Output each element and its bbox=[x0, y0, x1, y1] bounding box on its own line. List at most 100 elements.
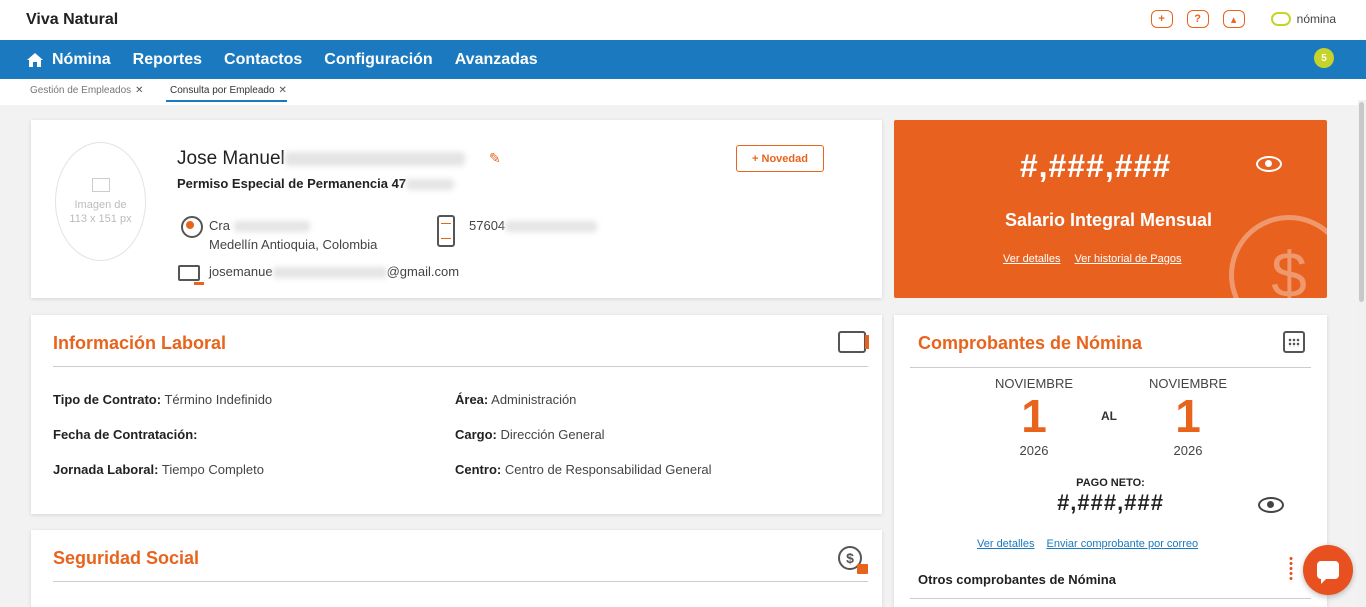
field-value: Centro de Responsabilidad General bbox=[504, 462, 712, 477]
section-title: Información Laboral bbox=[53, 333, 227, 353]
home-icon bbox=[27, 52, 43, 67]
lock-icon bbox=[857, 564, 868, 574]
avatar-placeholder[interactable]: Imagen de 113 x 151 px bbox=[55, 142, 146, 261]
salary-history-link[interactable]: Ver historial de Pagos bbox=[1074, 253, 1181, 265]
to-year: 2026 bbox=[1173, 443, 1203, 458]
otros-comprobantes-label[interactable]: Otros comprobantes de Nómina bbox=[918, 572, 1116, 587]
image-icon bbox=[91, 177, 110, 192]
novedad-button[interactable]: + Novedad bbox=[736, 145, 824, 172]
chat-bubble-icon bbox=[1317, 561, 1339, 584]
divider bbox=[53, 366, 868, 367]
add-icon[interactable]: + bbox=[1150, 10, 1173, 28]
document-text: Permiso Especial de Permanencia 47 bbox=[177, 176, 407, 191]
email-prefix: josemanue bbox=[209, 264, 273, 279]
edit-pencil-icon[interactable]: ✎ bbox=[489, 150, 501, 167]
salary-label: Salario Integral Mensual bbox=[1004, 210, 1213, 230]
redacted-email bbox=[272, 267, 387, 279]
field-label: Cargo: bbox=[455, 427, 497, 442]
nav-contactos[interactable]: Contactos bbox=[224, 51, 302, 69]
main-nav: Nómina Reportes Contactos Configuración … bbox=[0, 40, 1366, 79]
tab-consulta-empleado[interactable]: Consulta por Empleado ✕ bbox=[166, 85, 287, 102]
address-line1: Cra bbox=[209, 218, 310, 233]
pago-neto-label: PAGO NETO: bbox=[1076, 477, 1145, 489]
divider bbox=[53, 581, 868, 582]
email-suffix: @gmail.com bbox=[386, 264, 460, 279]
page-scrollbar[interactable] bbox=[1358, 100, 1366, 607]
close-icon[interactable]: ✕ bbox=[279, 85, 287, 96]
from-day: 1 bbox=[1021, 390, 1047, 442]
address-street: Cra bbox=[209, 218, 230, 233]
salary-card: $ #,###,### Salario Integral Mensual Ver… bbox=[894, 120, 1327, 298]
employee-name-text: Jose Manuel bbox=[177, 148, 285, 169]
comprobantes-card: Comprobantes de Nómina NOVIEMBRE 1 2026 … bbox=[894, 315, 1327, 607]
email-icon bbox=[178, 265, 204, 285]
tab-label: Consulta por Empleado bbox=[170, 85, 275, 96]
avatar-text: Imagen de 113 x 151 px bbox=[69, 198, 132, 225]
salary-details-link[interactable]: Ver detalles bbox=[1003, 253, 1060, 265]
redacted-phone bbox=[505, 221, 598, 233]
fecha-contratacion-row: Fecha de Contratación: bbox=[53, 427, 197, 442]
logo-face-icon bbox=[1270, 12, 1291, 26]
send-email-link[interactable]: Enviar comprobante por correo bbox=[1046, 538, 1198, 550]
field-label: Fecha de Contratación: bbox=[53, 427, 198, 442]
nav-nomina[interactable]: Nómina bbox=[26, 51, 111, 69]
range-separator: AL bbox=[1101, 409, 1117, 423]
redacted-address bbox=[233, 221, 310, 233]
seguridad-social-card: Seguridad Social $ bbox=[31, 530, 882, 607]
comprobante-details-link[interactable]: Ver detalles bbox=[977, 538, 1034, 550]
phone-icon bbox=[437, 215, 455, 247]
drag-handle[interactable] bbox=[1288, 556, 1294, 582]
calendar-icon[interactable] bbox=[1283, 331, 1305, 353]
address-line2: Medellín Antioquia, Colombia bbox=[209, 237, 378, 252]
top-icons: + ? ▴ nómina bbox=[1150, 10, 1336, 28]
field-value: Dirección General bbox=[500, 427, 605, 442]
field-value: Administración bbox=[491, 392, 577, 407]
field-label: Jornada Laboral: bbox=[53, 462, 159, 477]
redacted-surname bbox=[284, 151, 465, 166]
nav-nomina-label: Nómina bbox=[52, 50, 111, 68]
tipo-contrato-row: Tipo de Contrato: Término Indefinido bbox=[53, 392, 272, 407]
eye-icon[interactable] bbox=[1258, 497, 1284, 513]
phone-number: 57604 bbox=[469, 218, 598, 233]
field-label: Centro: bbox=[455, 462, 502, 477]
nav-reportes[interactable]: Reportes bbox=[133, 51, 202, 69]
top-bar: Viva Natural + ? ▴ nómina bbox=[0, 0, 1366, 40]
jornada-laboral-row: Jornada Laboral: Tiempo Completo bbox=[53, 462, 264, 477]
eye-icon[interactable] bbox=[1256, 156, 1282, 172]
informacion-laboral-card: Información Laboral Tipo de Contrato: Té… bbox=[31, 315, 882, 514]
employee-document: Permiso Especial de Permanencia 47 bbox=[177, 176, 455, 191]
employee-profile-card: Imagen de 113 x 151 px Jose Manuel ✎ Per… bbox=[31, 120, 882, 298]
nav-configuracion[interactable]: Configuración bbox=[324, 51, 432, 69]
employee-name: Jose Manuel bbox=[177, 148, 465, 170]
field-value: Tiempo Completo bbox=[161, 462, 264, 477]
chat-button[interactable] bbox=[1303, 545, 1353, 595]
field-label: Tipo de Contrato: bbox=[53, 392, 162, 407]
cargo-row: Cargo: Dirección General bbox=[455, 427, 605, 442]
nomina-logo: nómina bbox=[1270, 12, 1336, 26]
comments-icon[interactable] bbox=[838, 331, 869, 353]
comprobante-links: Ver detalles Enviar comprobante por corre… bbox=[977, 538, 1210, 550]
divider bbox=[910, 598, 1311, 599]
to-day: 1 bbox=[1175, 390, 1201, 442]
redacted-document bbox=[406, 179, 455, 191]
close-icon[interactable]: ✕ bbox=[135, 85, 143, 96]
tab-label: Gestión de Empleados bbox=[30, 85, 132, 96]
user-icon[interactable]: ▴ bbox=[1222, 10, 1245, 28]
tab-gestion-empleados[interactable]: Gestión de Empleados ✕ bbox=[30, 85, 144, 100]
divider bbox=[910, 367, 1311, 368]
email-address[interactable]: josemanue @gmail.com bbox=[209, 264, 459, 279]
section-title: Seguridad Social bbox=[53, 548, 200, 568]
notification-badge[interactable]: 5 bbox=[1314, 48, 1334, 68]
area-row: Área: Administración bbox=[455, 392, 576, 407]
company-name[interactable]: Viva Natural bbox=[26, 11, 118, 29]
section-title: Comprobantes de Nómina bbox=[918, 333, 1143, 353]
scrollbar-thumb[interactable] bbox=[1359, 102, 1364, 302]
tab-strip: Gestión de Empleados ✕ Consulta por Emple… bbox=[0, 79, 1366, 105]
nav-avanzadas[interactable]: Avanzadas bbox=[455, 51, 538, 69]
centro-row: Centro: Centro de Responsabilidad Genera… bbox=[455, 462, 712, 477]
location-pin-icon bbox=[179, 216, 203, 246]
logo-text: nómina bbox=[1296, 12, 1336, 26]
phone-prefix: 57604 bbox=[469, 218, 506, 233]
field-label: Área: bbox=[455, 392, 489, 407]
help-icon[interactable]: ? bbox=[1186, 10, 1209, 28]
